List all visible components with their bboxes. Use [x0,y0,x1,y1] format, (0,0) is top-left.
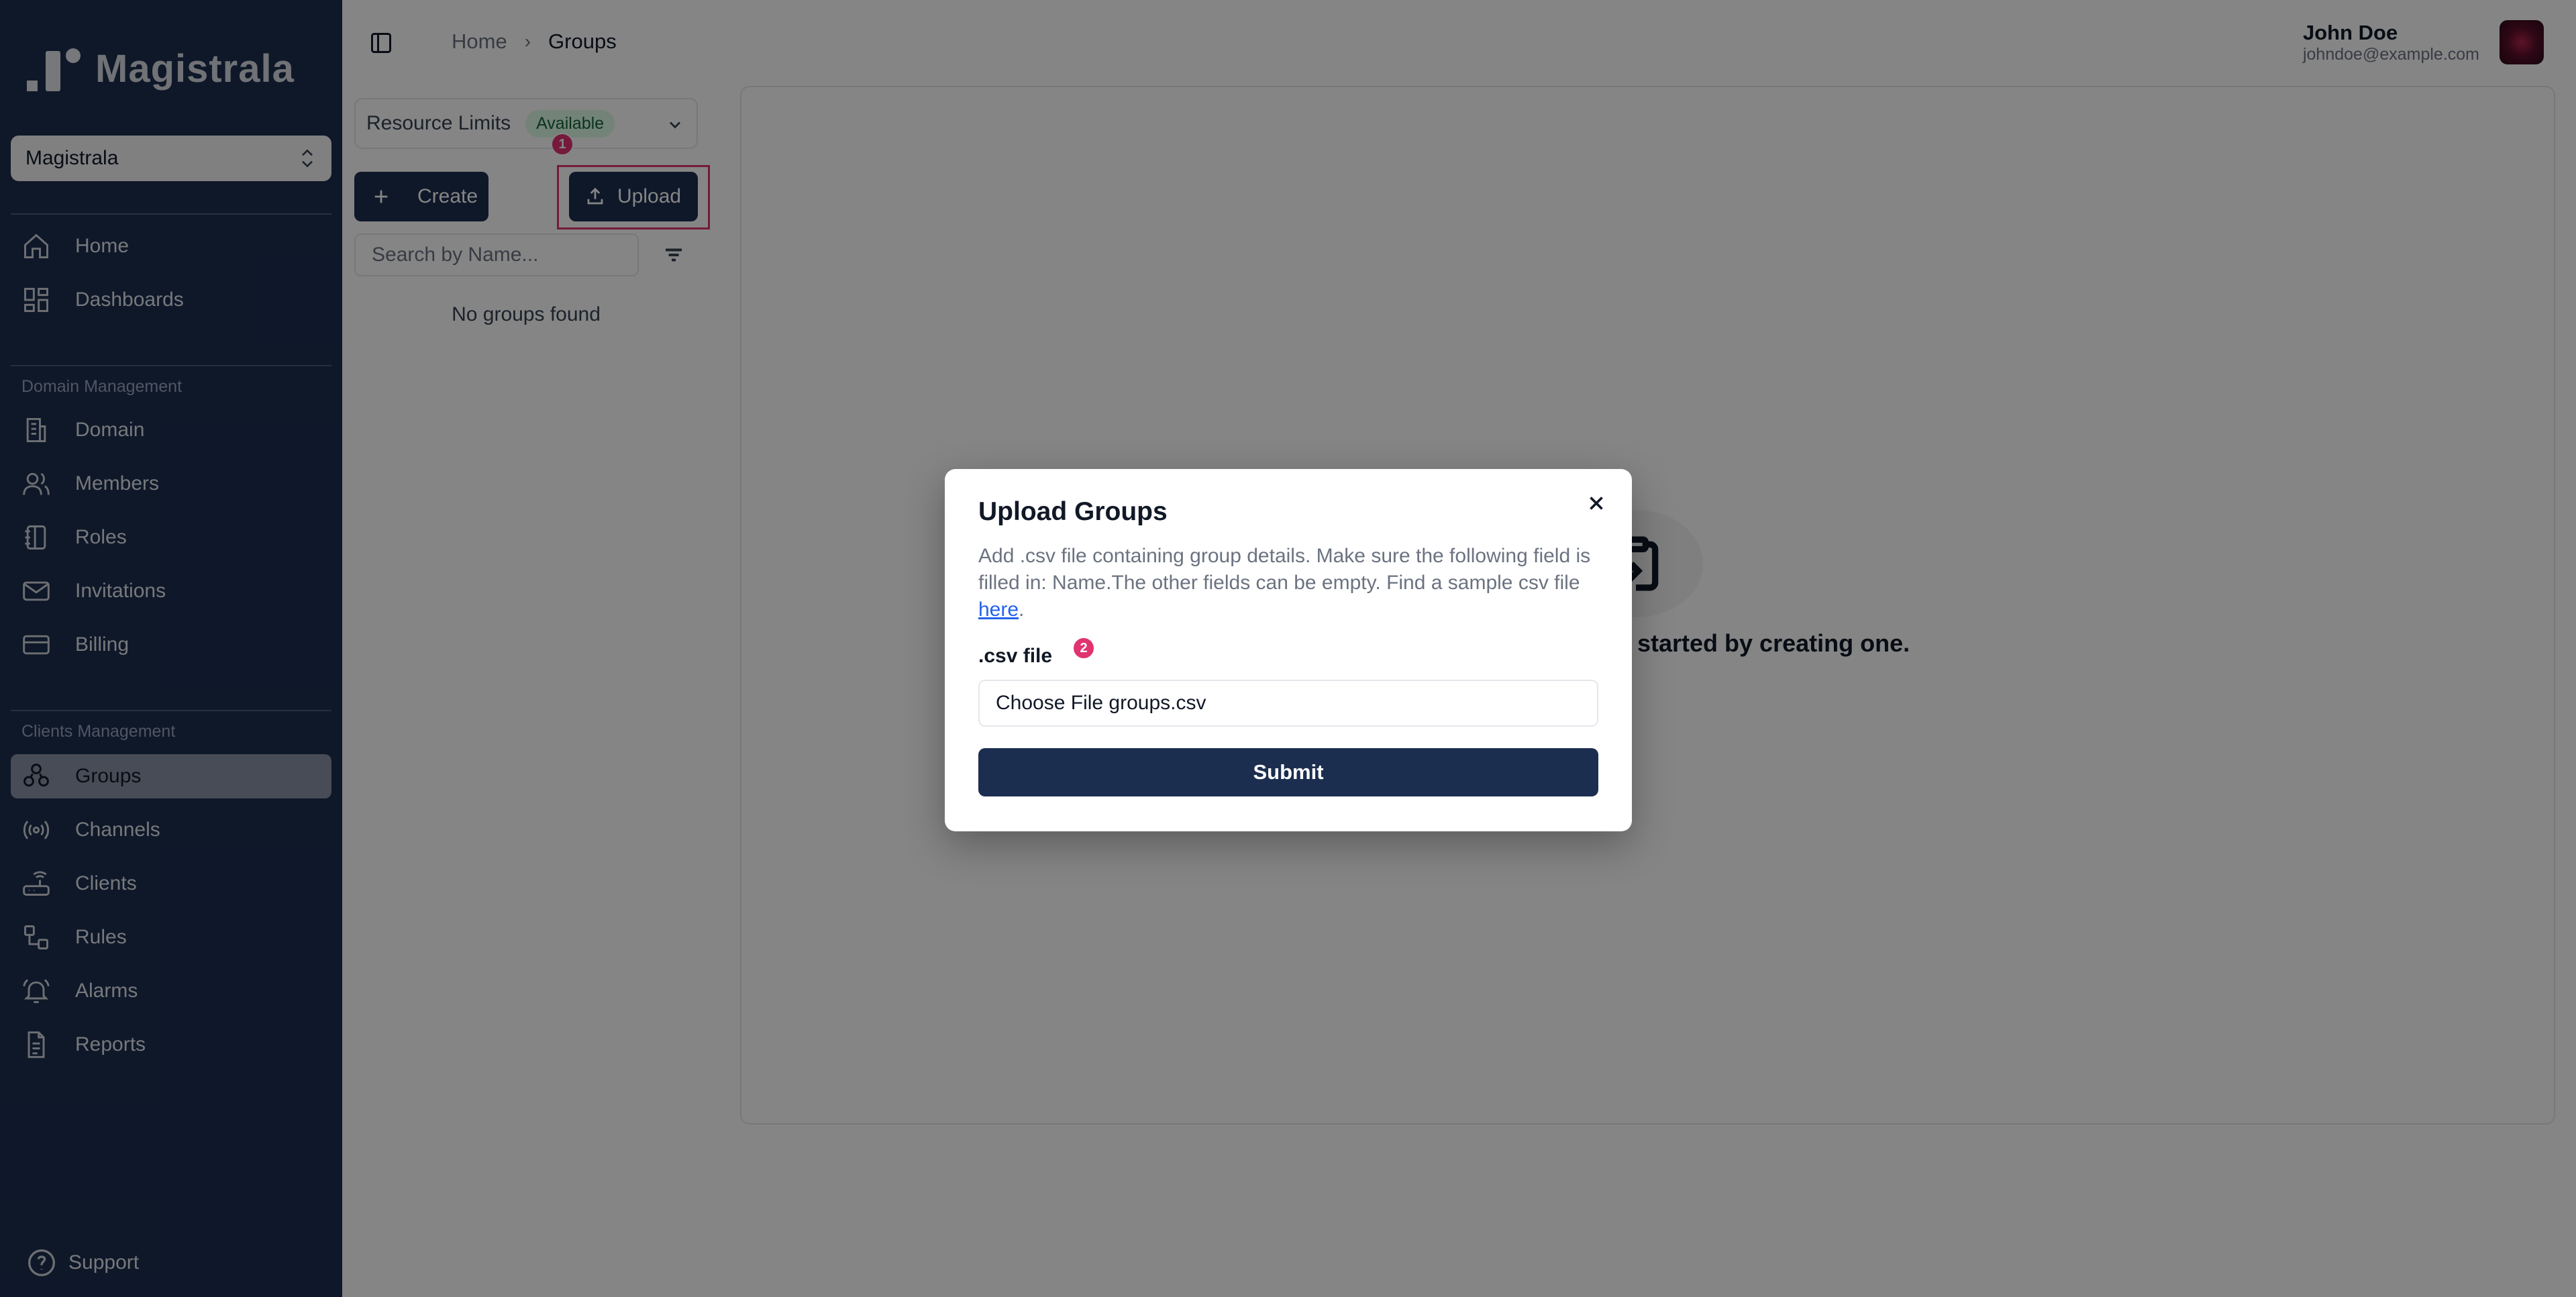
dialog-description: Add .csv file containing group details. … [978,543,1602,623]
dialog-title: Upload Groups [978,497,1168,526]
submit-button[interactable]: Submit [978,748,1598,796]
step-marker-2: 2 [1072,637,1095,660]
csv-file-label: .csv file [978,645,1053,667]
csv-file-input[interactable]: Choose File groups.csv [978,680,1598,727]
sample-csv-link[interactable]: here [978,599,1019,621]
dialog-description-end: . [1019,599,1025,621]
close-button[interactable] [1585,492,1608,515]
dialog-description-text: Add .csv file containing group details. … [978,545,1591,594]
upload-groups-dialog: Upload Groups Add .csv file containing g… [945,469,1632,831]
close-icon [1590,497,1603,510]
file-input-value: Choose File groups.csv [996,692,1206,714]
